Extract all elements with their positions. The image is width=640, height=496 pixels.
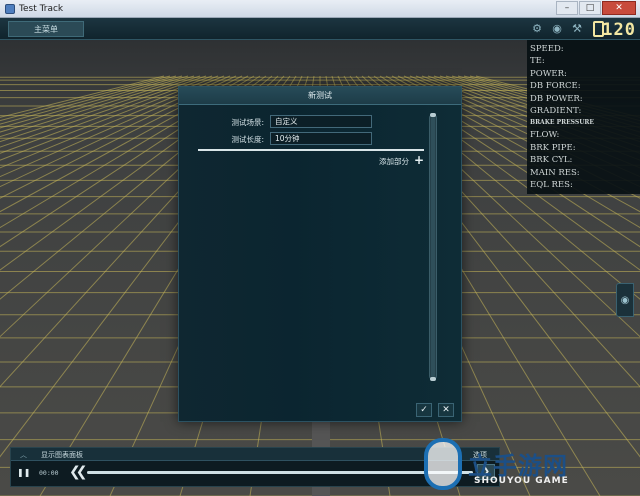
- telemetry-brake-pressure-heading: BRAKE PRESSURE: [530, 119, 594, 127]
- test-length-label: 测试长度:: [231, 135, 264, 144]
- test-scenario-select[interactable]: 自定义: [270, 115, 372, 128]
- window-controls: – □ ✕: [555, 0, 636, 17]
- app-icon: [5, 3, 15, 14]
- pause-button[interactable]: ❚❚: [17, 467, 30, 479]
- telemetry-brk-pipe: BRK PIPE:: [530, 142, 576, 153]
- telemetry-speed: SPEED:: [530, 44, 564, 54]
- playback-time: 00:00: [39, 469, 59, 477]
- dialog-scrollbar[interactable]: [429, 114, 437, 380]
- new-test-dialog: 新测试 测试场景: 自定义 测试长度: 10分钟 添加部分 + ✓ ✕: [178, 86, 462, 422]
- telemetry-te: TE:: [530, 56, 545, 67]
- window-titlebar: Test Track – □ ✕: [0, 0, 640, 18]
- telemetry-db-power: DB POWER:: [530, 93, 583, 104]
- close-window-button[interactable]: ✕: [602, 0, 636, 15]
- watermark-logo: [424, 438, 462, 490]
- telemetry-db-force: DB FORCE:: [530, 81, 581, 92]
- telemetry-panel: SPEED: TE: POWER: DB FORCE: DB POWER: GR…: [527, 40, 640, 194]
- timeline-scrubber[interactable]: [87, 471, 473, 474]
- telemetry-main-res: MAIN RES:: [530, 167, 580, 178]
- chart-panel-title: 显示图表面板: [41, 451, 83, 459]
- camera-icon[interactable]: ◉: [616, 283, 634, 317]
- maximize-button[interactable]: □: [579, 0, 601, 15]
- test-length-select[interactable]: 10分钟: [270, 132, 372, 145]
- settings-icon[interactable]: ⚙: [530, 22, 544, 36]
- tools-icon[interactable]: ⚒: [570, 22, 584, 36]
- speed-readout: 120: [602, 20, 636, 40]
- section-divider: [198, 149, 424, 151]
- telemetry-eql-res: EQL RES:: [530, 179, 573, 190]
- telemetry-power: POWER:: [530, 68, 567, 79]
- window-title: Test Track: [19, 3, 64, 14]
- add-section-label[interactable]: 添加部分: [379, 156, 409, 167]
- scrollbar-thumb[interactable]: [431, 117, 435, 377]
- dialog-title: 新测试: [179, 87, 461, 105]
- test-scenario-label: 测试场景:: [231, 118, 264, 127]
- rewind-icon[interactable]: ❮❮: [69, 464, 88, 480]
- eye-icon[interactable]: ◉: [550, 22, 564, 36]
- telemetry-flow: FLOW:: [530, 130, 560, 141]
- scroll-down-cap: [430, 377, 436, 381]
- minimize-button[interactable]: –: [556, 0, 578, 15]
- watermark-subtext: SHOUYOU GAME: [474, 476, 569, 486]
- top-toolbar: 主菜单 ⚙ ◉ ⚒: [0, 18, 640, 40]
- collapse-icon[interactable]: ︿: [20, 450, 27, 460]
- telemetry-brk-cyl: BRK CYL:: [530, 155, 573, 166]
- plus-icon[interactable]: +: [413, 154, 425, 166]
- telemetry-gradient: GRADIENT:: [530, 105, 582, 116]
- confirm-button[interactable]: ✓: [416, 403, 432, 417]
- cancel-button[interactable]: ✕: [438, 403, 454, 417]
- main-menu-button[interactable]: 主菜单: [8, 21, 84, 37]
- scroll-up-cap: [430, 113, 436, 117]
